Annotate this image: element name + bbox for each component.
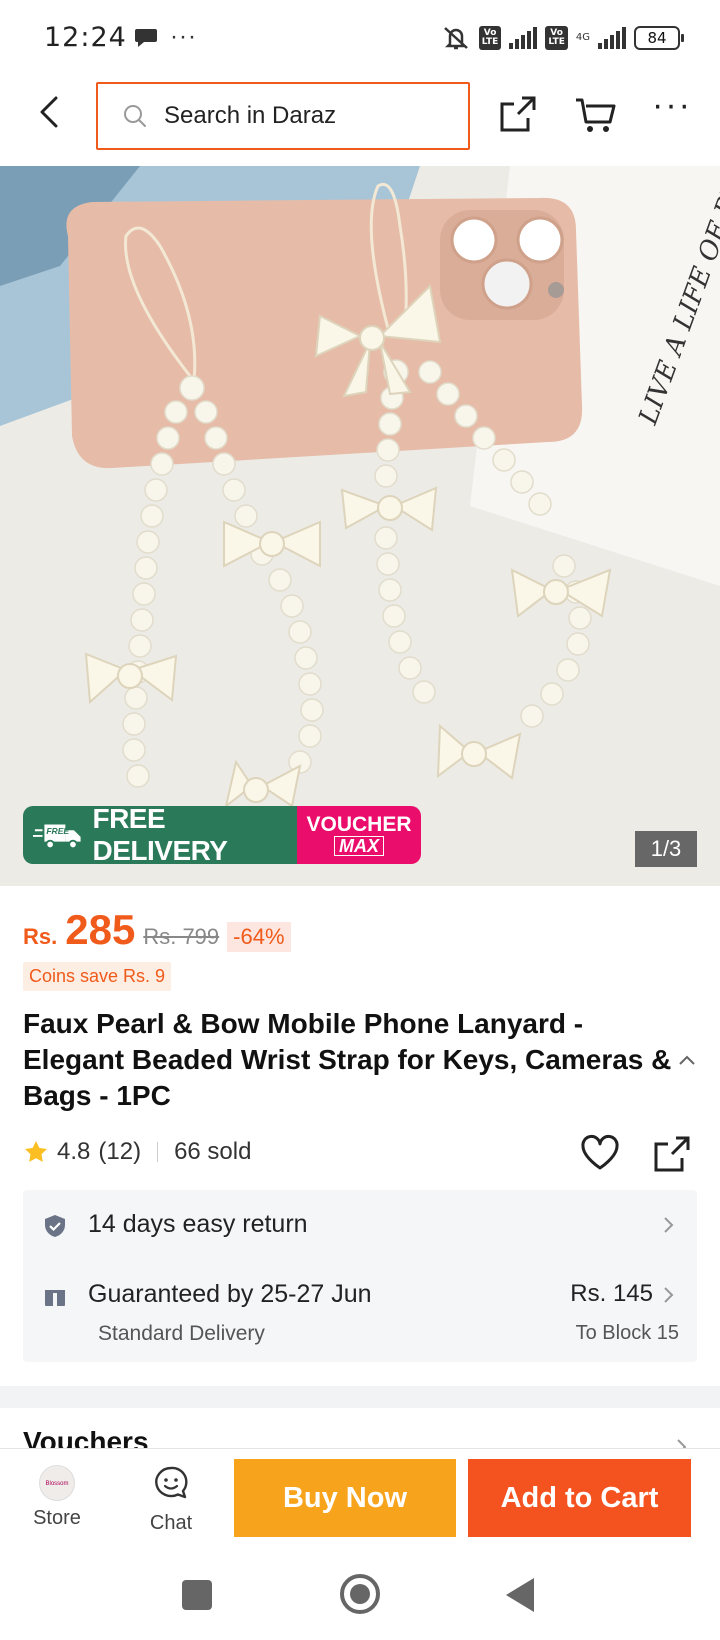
network-4g: 4G — [576, 33, 590, 43]
delivery-fee: Rs. 145 — [570, 1280, 653, 1307]
signal-icon — [509, 27, 538, 49]
discount-badge: -64% — [227, 922, 291, 952]
free-tag: FREE — [46, 826, 69, 836]
delivery-row[interactable]: Guaranteed by 25-27 Jun Standard Deliver… — [23, 1260, 697, 1362]
chat-icon — [155, 1466, 188, 1499]
return-policy-row[interactable]: 14 days easy return — [23, 1190, 697, 1260]
back-arrow-icon[interactable] — [30, 92, 70, 132]
delivery-destination: To Block 15 — [575, 1322, 679, 1344]
action-bar: Blossom Store Chat Buy Now Add to Cart — [0, 1448, 720, 1550]
more-notifications-icon: ··· — [170, 23, 197, 50]
voucher-label: VOUCHER — [306, 813, 412, 836]
top-nav: Search in Daraz ··· — [0, 78, 720, 166]
return-policy-text: 14 days easy return — [88, 1210, 308, 1238]
store-label: Store — [33, 1507, 81, 1529]
heart-icon[interactable] — [580, 1134, 620, 1172]
chevron-right-icon — [664, 1217, 674, 1233]
battery-icon: 84 — [634, 26, 684, 50]
volte-icon: Vo LTE — [478, 26, 502, 50]
price-amount: 285 — [65, 906, 136, 953]
rating-count: (12) — [98, 1138, 142, 1165]
rating-row[interactable]: 4.8 (12) 66 sold — [23, 1138, 251, 1166]
status-time: 12:24 — [44, 22, 127, 53]
chat-label: Chat — [149, 1512, 193, 1534]
status-right-icons: Vo LTE Vo LTE 4G 84 — [441, 24, 684, 52]
search-placeholder: Search in Daraz — [164, 102, 337, 129]
delivery-truck-icon: FREE — [33, 824, 81, 850]
free-delivery-label: FREE DELIVERY — [92, 806, 228, 864]
coins-save-badge: Coins save Rs. 9 — [23, 962, 172, 991]
store-button[interactable]: Blossom Store — [22, 1459, 92, 1539]
product-photo: LIVE A LIFE OF PU — [0, 166, 720, 886]
original-price: Rs. 799 — [143, 924, 220, 949]
home-icon[interactable] — [340, 1574, 380, 1614]
star-icon — [25, 1141, 47, 1162]
promo-banner: FREE FREE DELIVERY VOUCHER MAX — [23, 806, 421, 864]
divider — [157, 1142, 159, 1162]
delivery-type: Standard Delivery — [98, 1322, 265, 1345]
chevron-up-icon[interactable] — [676, 1050, 698, 1072]
status-bar: 12:24 ··· Vo LTE Vo LTE 4G 84 — [0, 0, 720, 78]
buy-now-button[interactable]: Buy Now — [234, 1459, 456, 1537]
services-card: 14 days easy return Guaranteed by 25-27 … — [23, 1190, 697, 1362]
store-logo: Blossom — [39, 1465, 75, 1501]
cart-icon[interactable] — [574, 94, 618, 134]
more-options-icon[interactable]: ··· — [652, 88, 692, 124]
chevron-right-icon-2 — [664, 1287, 674, 1303]
recent-apps-icon[interactable] — [182, 1580, 212, 1610]
price-row: Rs. 285 Rs. 799 -64% — [23, 906, 291, 954]
share-icon[interactable] — [498, 94, 538, 134]
volte-icon-2: Vo LTE — [545, 26, 568, 50]
product-title: Faux Pearl & Bow Mobile Phone Lanyard - … — [23, 1008, 672, 1111]
share-icon-2[interactable] — [652, 1134, 692, 1174]
rating-value: 4.8 — [57, 1138, 91, 1165]
search-icon — [124, 105, 146, 127]
voucher-max-badge: VOUCHER MAX — [297, 806, 421, 864]
section-divider — [0, 1386, 720, 1408]
free-delivery-badge: FREE FREE DELIVERY — [23, 806, 297, 864]
signal-icon-2 — [598, 27, 626, 49]
system-navigation-bar — [0, 1550, 720, 1640]
network-label: 4G — [575, 32, 590, 43]
delivery-box-icon — [45, 1286, 65, 1306]
chat-bubble-icon — [135, 29, 157, 47]
status-left-icons: ··· — [134, 23, 197, 50]
sold-count: 66 sold — [174, 1138, 252, 1165]
chat-button[interactable]: Chat — [136, 1459, 206, 1539]
search-input[interactable]: Search in Daraz — [96, 82, 470, 150]
max-label: MAX — [334, 836, 384, 856]
price-currency: Rs. — [23, 924, 58, 949]
shield-check-icon — [45, 1215, 65, 1237]
mute-icon — [443, 27, 468, 50]
delivery-date-text: Guaranteed by 25-27 Jun — [88, 1280, 372, 1308]
add-to-cart-button[interactable]: Add to Cart — [468, 1459, 691, 1537]
product-image-gallery[interactable]: LIVE A LIFE OF PU FREE FREE DELIVERY VOU… — [0, 166, 720, 886]
system-back-icon[interactable] — [506, 1578, 534, 1612]
image-counter: 1/3 — [635, 831, 697, 867]
